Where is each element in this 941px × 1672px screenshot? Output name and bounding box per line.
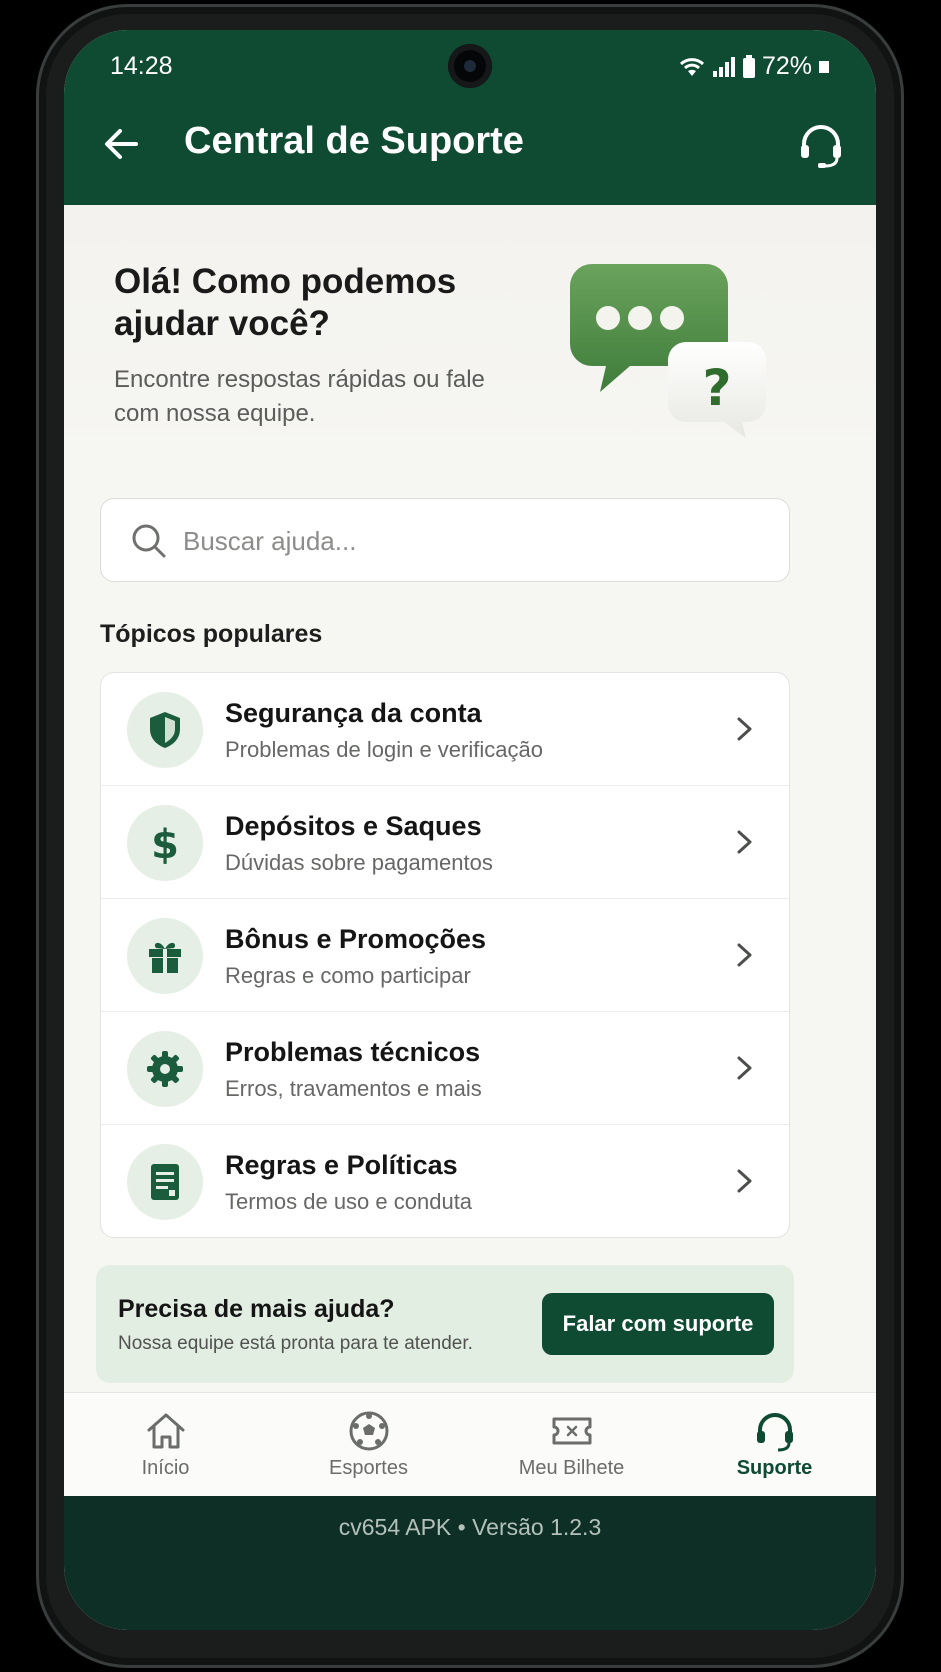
app-header: 14:28 72% Central de Suporte [64,30,876,205]
nav-item-inicio[interactable]: Início [64,1393,267,1496]
gear-icon [147,1051,183,1087]
status-time: 14:28 [110,52,173,80]
topic-item-seguranca[interactable]: Segurança da conta Problemas de login e … [101,673,789,786]
topic-title: Bônus e Promoções [225,924,487,954]
topic-item-depositos[interactable]: $ Depósitos e Saques Dúvidas sobre pagam… [101,786,789,899]
gift-icon [149,942,181,973]
search-bar[interactable] [100,498,790,582]
svg-text:$: $ [151,822,179,865]
nav-label: Meu Bilhete [518,1457,625,1479]
topic-title: Depósitos e Saques [225,811,482,841]
nav-label: Início [141,1457,190,1479]
help-card: Precisa de mais ajuda? Nossa equipe está… [96,1265,794,1383]
battery-percent: 72% [761,52,812,80]
search-icon [132,524,166,558]
search-input[interactable] [183,519,763,563]
home-icon [147,1413,184,1449]
page-title: Central de Suporte [184,120,524,162]
signal-icon [712,56,735,77]
status-indicators: 72% [678,52,830,81]
headset-icon [756,1413,793,1452]
contact-support-button[interactable]: Falar com suporte [542,1293,774,1355]
topic-item-bonus[interactable]: Bônus e Promoções Regras e como particip… [101,899,789,1012]
topic-title: Problemas técnicos [225,1037,481,1067]
app-screen: 14:28 72% Central de Suporte Olá! Como p… [64,30,876,1630]
help-card-subtitle: Nossa equipe está pronta para te atender… [118,1333,473,1354]
nav-label: Suporte [736,1457,813,1479]
battery-icon [742,54,755,78]
topic-title: Regras e Políticas [225,1150,458,1180]
section-title: Tópicos populares [100,620,323,648]
svg-text:?: ? [702,359,731,417]
topic-item-tecnicos[interactable]: Problemas técnicos Erros, travamentos e … [101,1012,789,1125]
topic-item-regras[interactable]: Regras e Políticas Termos de uso e condu… [101,1125,789,1237]
topic-icon-container [127,918,203,994]
nav-label: Esportes [329,1457,408,1479]
soccer-ball-icon [349,1411,388,1451]
topic-icon-container [127,1031,203,1107]
chevron-right-icon [737,1056,752,1080]
topic-icon-container [127,692,203,768]
shield-icon [150,712,180,748]
topic-subtitle: Erros, travamentos e mais [225,1076,482,1101]
wifi-icon [679,57,704,76]
back-arrow-icon[interactable] [100,122,144,166]
hero-section: Olá! Como podemos ajudar você? Encontre … [64,205,876,475]
version-text: cv654 APK • Versão 1.2.3 [338,1514,602,1540]
nav-item-esportes[interactable]: Esportes [267,1393,470,1496]
hero-subtitle: Encontre respostas rápidas ou fale com n… [114,366,485,427]
ticket-icon [552,1417,591,1445]
chevron-right-icon [737,1169,752,1193]
topics-list: Segurança da conta Problemas de login e … [100,672,790,1238]
chat-bubble-illustration: ? [570,264,766,438]
nav-item-suporte[interactable]: Suporte [673,1393,876,1496]
hero-title: Olá! Como podemos ajudar você? [114,262,457,343]
chevron-right-icon [737,830,752,854]
bottom-navigation: Início Esportes Meu Bilhete Suporte [64,1392,876,1496]
topic-subtitle: Dúvidas sobre pagamentos [225,850,493,875]
topic-subtitle: Regras e como participar [225,963,471,988]
footer: cv654 APK • Versão 1.2.3 [64,1496,876,1630]
nav-item-meu-bilhete[interactable]: Meu Bilhete [470,1393,673,1496]
chevron-right-icon [737,717,752,741]
chevron-right-icon [737,943,752,967]
dollar-icon: $ [151,822,179,865]
front-camera [448,44,492,88]
topic-icon-container: $ [127,805,203,881]
topic-subtitle: Problemas de login e verificação [225,737,543,762]
topic-icon-container [127,1144,203,1220]
topic-subtitle: Termos de uso e conduta [225,1189,473,1214]
topic-title: Segurança da conta [225,698,482,728]
help-card-title: Precisa de mais ajuda? [118,1295,395,1323]
document-icon [151,1164,179,1200]
notification-dot-icon [819,60,829,73]
headset-icon[interactable] [796,120,846,170]
